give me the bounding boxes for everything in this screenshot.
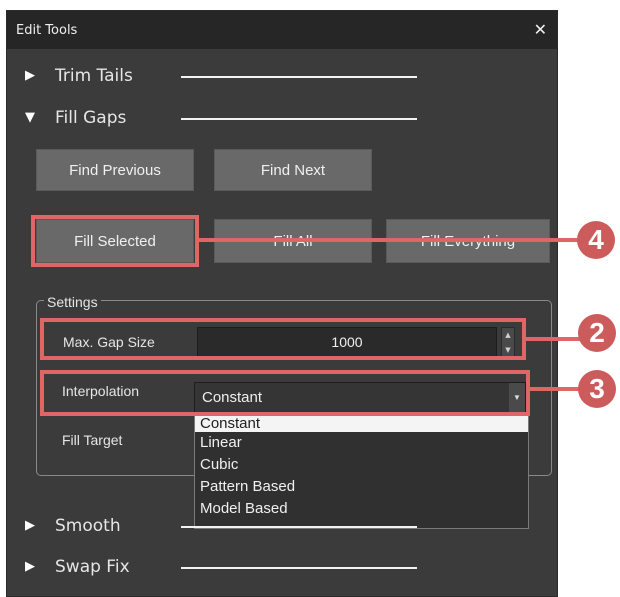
- title-bar: Edit Tools ✕: [7, 11, 557, 49]
- fill-target-label: Fill Target: [62, 432, 123, 448]
- section-label-trim-tails: Trim Tails: [55, 66, 133, 86]
- find-previous-button[interactable]: Find Previous: [36, 149, 194, 191]
- callout-line-2: [524, 337, 582, 341]
- highlight-fill-selected: [31, 215, 199, 267]
- section-fill-gaps[interactable]: ▼ Fill Gaps: [7, 103, 557, 133]
- callout-line-3: [528, 387, 582, 391]
- callout-line-4: [197, 238, 581, 242]
- highlight-max-gap-size: [40, 318, 526, 360]
- callout-badge-4: 4: [577, 221, 615, 259]
- section-divider: [181, 567, 417, 569]
- section-divider: [181, 118, 417, 120]
- close-icon[interactable]: ✕: [534, 20, 547, 39]
- section-trim-tails[interactable]: ▶ Trim Tails: [7, 61, 557, 91]
- section-label-smooth: Smooth: [55, 516, 121, 536]
- window-title: Edit Tools: [16, 23, 78, 38]
- callout-badge-3: 3: [578, 370, 616, 408]
- expand-arrow-icon: ▶: [25, 518, 35, 533]
- dropdown-option-cubic[interactable]: Cubic: [195, 454, 528, 476]
- find-next-button[interactable]: Find Next: [214, 149, 372, 191]
- dropdown-option-pattern-based[interactable]: Pattern Based: [195, 476, 528, 498]
- callout-badge-2: 2: [578, 314, 616, 352]
- section-divider: [181, 76, 417, 78]
- dropdown-option-constant[interactable]: Constant: [195, 416, 528, 432]
- section-swap-fix[interactable]: ▶ Swap Fix: [7, 552, 557, 582]
- edit-tools-panel: Edit Tools ✕ ▶ Trim Tails ▼ Fill Gaps Fi…: [6, 10, 558, 597]
- expand-arrow-icon: ▶: [25, 68, 35, 83]
- collapse-arrow-icon: ▼: [25, 110, 35, 125]
- section-label-swap-fix: Swap Fix: [55, 557, 130, 577]
- section-label-fill-gaps: Fill Gaps: [55, 108, 127, 128]
- dropdown-option-linear[interactable]: Linear: [195, 432, 528, 454]
- section-smooth[interactable]: ▶ Smooth: [7, 511, 557, 541]
- section-divider: [181, 526, 417, 528]
- expand-arrow-icon: ▶: [25, 559, 35, 574]
- settings-legend: Settings: [44, 294, 101, 310]
- highlight-interpolation: [40, 370, 530, 416]
